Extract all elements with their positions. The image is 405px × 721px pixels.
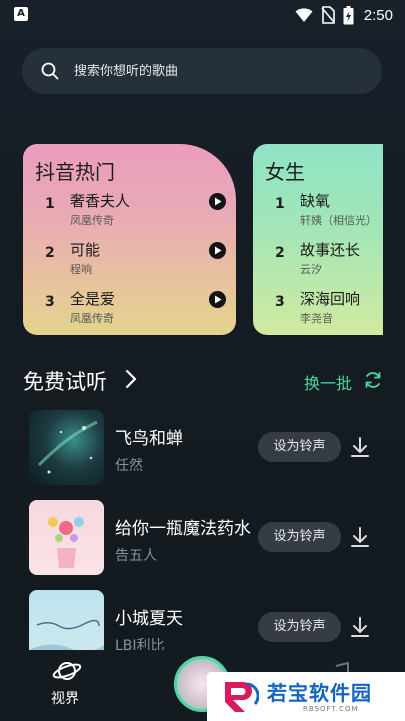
song-title: 奢香夫人 [70, 192, 131, 210]
chart-row[interactable]: 2 故事还长 云汐 [253, 238, 383, 278]
rank-number: 1 [275, 196, 285, 212]
rank-number: 3 [275, 294, 285, 310]
search-icon [40, 61, 60, 81]
chart-card-douyin-hot[interactable]: 抖音热门 1 奢香夫人 凤凰传奇 2 可能 程响 3 全是爱 凤凰传奇 [23, 144, 236, 335]
set-ringtone-button[interactable]: 设为铃声 [258, 612, 341, 642]
clock: 2:50 [363, 6, 393, 24]
wifi-icon [295, 8, 313, 22]
song-artist: 云汐 [300, 263, 322, 276]
play-icon[interactable] [209, 291, 226, 308]
chart-row[interactable]: 1 奢香夫人 凤凰传奇 [23, 189, 236, 229]
song-artist: 轩姨（相信光） [300, 214, 377, 227]
rank-number: 2 [45, 245, 55, 261]
chevron-right-icon[interactable] [122, 368, 140, 390]
rank-number: 2 [275, 245, 285, 261]
song-title: 可能 [70, 241, 101, 259]
refresh-button[interactable]: 换一批 [304, 370, 352, 394]
watermark-logo [225, 682, 259, 712]
no-sim-icon [321, 6, 335, 24]
chart-row[interactable]: 3 全是爱 凤凰传奇 [23, 287, 236, 327]
song-title: 全是爱 [70, 290, 116, 308]
refresh-icon[interactable] [363, 370, 383, 390]
chart-card-title: 抖音热门 [35, 160, 115, 184]
song-title: 缺氧 [300, 192, 331, 210]
watermark: 若宝软件园 RBSOFT.COM [207, 672, 405, 721]
search-input[interactable] [74, 63, 354, 79]
song-title: 小城夏天 [115, 609, 183, 629]
song-artist: 凤凰传奇 [70, 312, 114, 325]
nav-discover-label[interactable]: 视界 [51, 688, 79, 708]
planet-icon[interactable] [52, 658, 82, 684]
song-artist: 程响 [70, 263, 92, 276]
rank-number: 3 [45, 294, 55, 310]
song-title: 故事还长 [300, 241, 361, 259]
list-item[interactable]: 飞鸟和蝉 任然 设为铃声 [0, 410, 405, 490]
battery-icon [343, 5, 354, 24]
status-icons: 2:50 [295, 4, 393, 26]
song-artist: 告五人 [115, 548, 157, 564]
chart-row[interactable]: 2 可能 程响 [23, 238, 236, 278]
song-artist: 任然 [115, 458, 143, 474]
chart-row[interactable]: 1 缺氧 轩姨（相信光） [253, 189, 383, 229]
song-title: 给你一瓶魔法药水 [115, 519, 251, 539]
album-cover [29, 500, 104, 575]
set-ringtone-button[interactable]: 设为铃声 [258, 432, 341, 462]
download-icon[interactable] [350, 526, 370, 548]
song-artist: 凤凰传奇 [70, 214, 114, 227]
free-trial-title[interactable]: 免费试听 [23, 366, 107, 396]
chart-row[interactable]: 3 深海回响 李尧音 [253, 287, 383, 327]
song-title: 深海回响 [300, 290, 361, 308]
status-bar: A 2:50 [0, 0, 405, 30]
watermark-subtext: RBSOFT.COM [303, 705, 359, 713]
album-cover [29, 410, 104, 485]
chart-card-female[interactable]: 女生 1 缺氧 轩姨（相信光） 2 故事还长 云汐 3 深海回响 李尧音 [253, 144, 383, 335]
song-artist: 李尧音 [300, 312, 333, 325]
play-icon[interactable] [209, 193, 226, 210]
search-bar[interactable] [22, 48, 382, 94]
download-icon[interactable] [350, 616, 370, 638]
set-ringtone-button[interactable]: 设为铃声 [258, 522, 341, 552]
watermark-text: 若宝软件园 [267, 681, 372, 705]
song-title: 飞鸟和蝉 [115, 429, 183, 449]
list-item[interactable]: 给你一瓶魔法药水 告五人 设为铃声 [0, 500, 405, 580]
notification-badge: A [14, 7, 28, 21]
download-icon[interactable] [350, 436, 370, 458]
rank-number: 1 [45, 196, 55, 212]
play-icon[interactable] [209, 242, 226, 259]
chart-card-title: 女生 [265, 160, 305, 184]
